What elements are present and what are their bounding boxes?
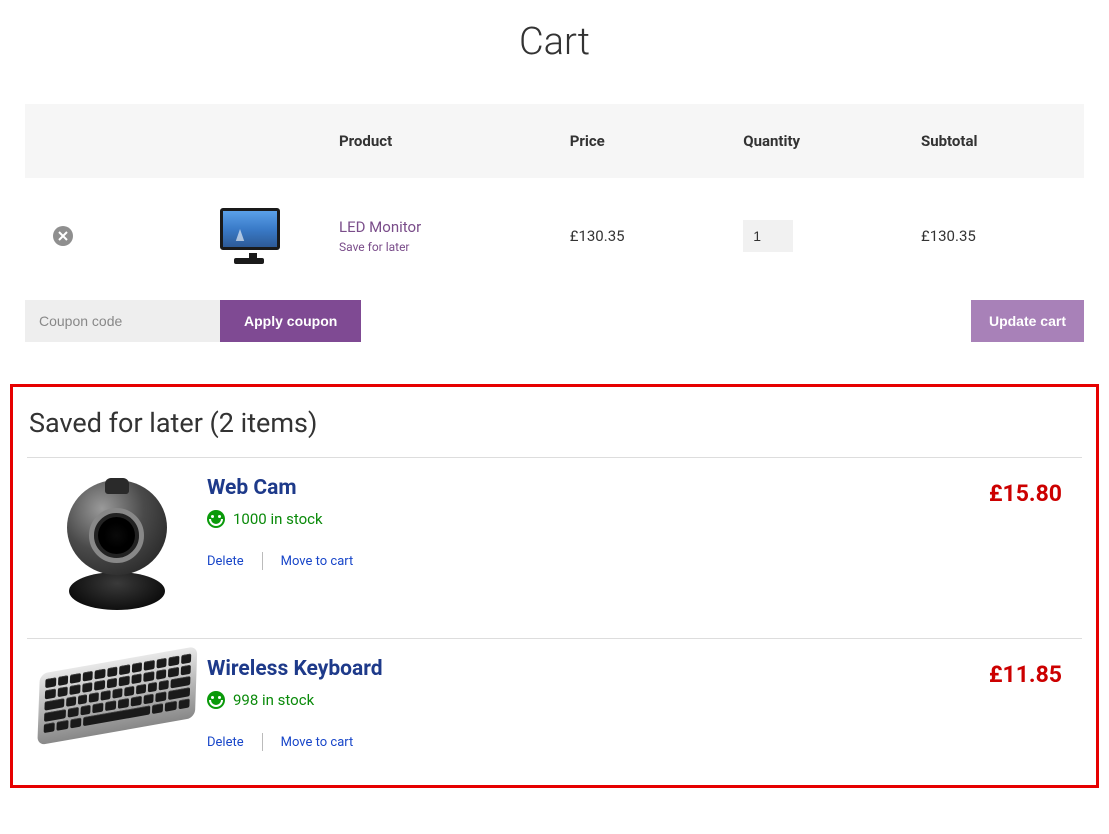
move-to-cart-link[interactable]: Move to cart (281, 554, 354, 569)
saved-title: Saved for later (2 items) (27, 399, 1082, 457)
product-thumbnail[interactable] (214, 206, 286, 266)
smiley-icon (207, 510, 225, 528)
smiley-icon (207, 691, 225, 709)
stock-text: 998 in stock (233, 691, 314, 709)
saved-for-later-section: Saved for later (2 items) Web Cam 1000 i… (10, 384, 1099, 788)
saved-product-link[interactable]: Wireless Keyboard (207, 657, 383, 681)
divider (262, 552, 263, 570)
saved-item: Wireless Keyboard 998 in stock Delete Mo… (27, 638, 1082, 769)
saved-thumbnail[interactable] (27, 476, 207, 620)
stock-text: 1000 in stock (233, 510, 323, 528)
divider (262, 733, 263, 751)
col-price-header: Price (556, 104, 730, 178)
product-name-link[interactable]: LED Monitor (339, 218, 421, 236)
saved-price: £15.80 (952, 476, 1082, 507)
stock-status: 998 in stock (207, 691, 952, 709)
cart-actions-row: Apply coupon Update cart (25, 294, 1084, 344)
col-quantity-header: Quantity (729, 104, 907, 178)
saved-price: £11.85 (952, 657, 1082, 688)
col-thumb-header (175, 104, 325, 178)
stock-status: 1000 in stock (207, 510, 952, 528)
webcam-icon (57, 480, 177, 620)
cart-table: Product Price Quantity Subtotal LED Moni… (25, 104, 1084, 294)
close-icon (58, 231, 68, 241)
saved-item: Web Cam 1000 in stock Delete Move to car… (27, 457, 1082, 638)
apply-coupon-button[interactable]: Apply coupon (220, 300, 361, 342)
coupon-code-input[interactable] (25, 300, 220, 342)
col-product-header: Product (325, 104, 556, 178)
saved-product-link[interactable]: Web Cam (207, 476, 297, 500)
monitor-icon (220, 208, 280, 250)
product-subtotal: £130.35 (907, 178, 1084, 294)
keyboard-icon (37, 646, 198, 766)
quantity-input[interactable] (743, 220, 793, 252)
page-title: Cart (0, 0, 1109, 104)
save-for-later-link[interactable]: Save for later (339, 240, 542, 254)
move-to-cart-link[interactable]: Move to cart (281, 735, 354, 750)
product-price: £130.35 (556, 178, 730, 294)
remove-item-button[interactable] (53, 226, 73, 246)
delete-link[interactable]: Delete (207, 735, 244, 750)
saved-thumbnail[interactable] (27, 657, 207, 751)
col-subtotal-header: Subtotal (907, 104, 1084, 178)
delete-link[interactable]: Delete (207, 554, 244, 569)
col-remove-header (25, 104, 175, 178)
cart-row: LED Monitor Save for later £130.35 £130.… (25, 178, 1084, 294)
update-cart-button[interactable]: Update cart (971, 300, 1084, 342)
